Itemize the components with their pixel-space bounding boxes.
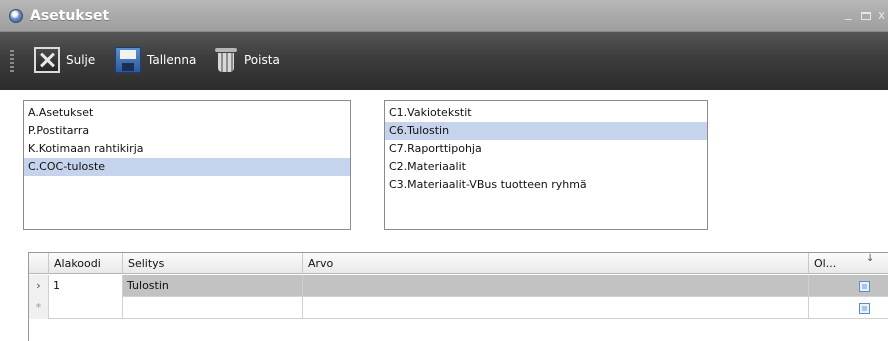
table-row[interactable]: › 1 Tulostin: [29, 275, 888, 297]
settings-group-list[interactable]: A.Asetukset P.Postitarra K.Kotimaan raht…: [23, 100, 351, 230]
toolbar-grip: [10, 50, 14, 72]
sort-down-icon[interactable]: ↓: [866, 253, 874, 264]
save-button[interactable]: Tallenna: [115, 46, 196, 74]
minimize-button[interactable]: _: [845, 6, 852, 21]
maximize-button[interactable]: [861, 12, 871, 20]
cell-ol[interactable]: [809, 297, 888, 319]
list-item[interactable]: C3.Materiaalit-VBus tuotteen ryhmä: [385, 176, 707, 194]
delete-button-label: Poista: [244, 53, 280, 67]
list-item[interactable]: K.Kotimaan rahtikirja: [24, 140, 350, 158]
table-row-new[interactable]: *: [29, 297, 888, 319]
list-item[interactable]: C7.Raporttipohja: [385, 140, 707, 158]
window-title: Asetukset: [30, 8, 110, 24]
column-header-alakoodi[interactable]: Alakoodi: [49, 253, 123, 274]
close-window-button[interactable]: x: [878, 8, 885, 22]
list-item[interactable]: C1.Vakiotekstit: [385, 104, 707, 122]
column-header-selitys[interactable]: Selitys: [123, 253, 303, 274]
cell-arvo[interactable]: [303, 297, 809, 319]
column-header-ol-label: Ol...: [814, 257, 837, 270]
title-bar: Asetukset _ x: [0, 0, 888, 32]
close-icon: [34, 47, 60, 73]
settings-grid: Alakoodi Selitys Arvo Ol... ↓ › 1 Tulost…: [28, 252, 888, 341]
row-header-corner: [29, 253, 49, 274]
cell-selitys[interactable]: Tulostin: [123, 275, 303, 297]
delete-button[interactable]: Poista: [214, 46, 280, 74]
list-item[interactable]: C2.Materiaalit: [385, 158, 707, 176]
cell-selitys[interactable]: [123, 297, 303, 319]
column-header-ol[interactable]: Ol...: [809, 253, 888, 274]
app-icon: [9, 9, 23, 23]
settings-subgroup-list[interactable]: C1.Vakiotekstit C6.Tulostin C7.Raporttip…: [384, 100, 708, 230]
column-header-arvo[interactable]: Arvo: [303, 253, 809, 274]
save-icon: [115, 47, 141, 73]
checkbox[interactable]: [858, 302, 870, 314]
close-button[interactable]: Sulje: [34, 46, 95, 74]
list-item-selected[interactable]: C6.Tulostin: [385, 122, 707, 140]
cell-arvo[interactable]: [303, 275, 809, 297]
list-item[interactable]: A.Asetukset: [24, 104, 350, 122]
new-row-indicator-icon: *: [29, 297, 49, 319]
close-button-label: Sulje: [66, 53, 96, 67]
toolbar: Sulje Tallenna Poista: [0, 32, 888, 90]
cell-alakoodi[interactable]: 1: [49, 275, 123, 297]
grid-header: Alakoodi Selitys Arvo Ol... ↓: [29, 253, 888, 274]
cell-ol[interactable]: [809, 275, 888, 297]
checkbox[interactable]: [858, 280, 870, 292]
list-item[interactable]: P.Postitarra: [24, 122, 350, 140]
trash-icon: [214, 46, 238, 74]
current-row-indicator-icon: ›: [29, 275, 49, 297]
list-item-selected[interactable]: C.COC-tuloste: [24, 158, 350, 176]
cell-alakoodi[interactable]: [49, 297, 123, 319]
save-button-label: Tallenna: [147, 53, 197, 67]
